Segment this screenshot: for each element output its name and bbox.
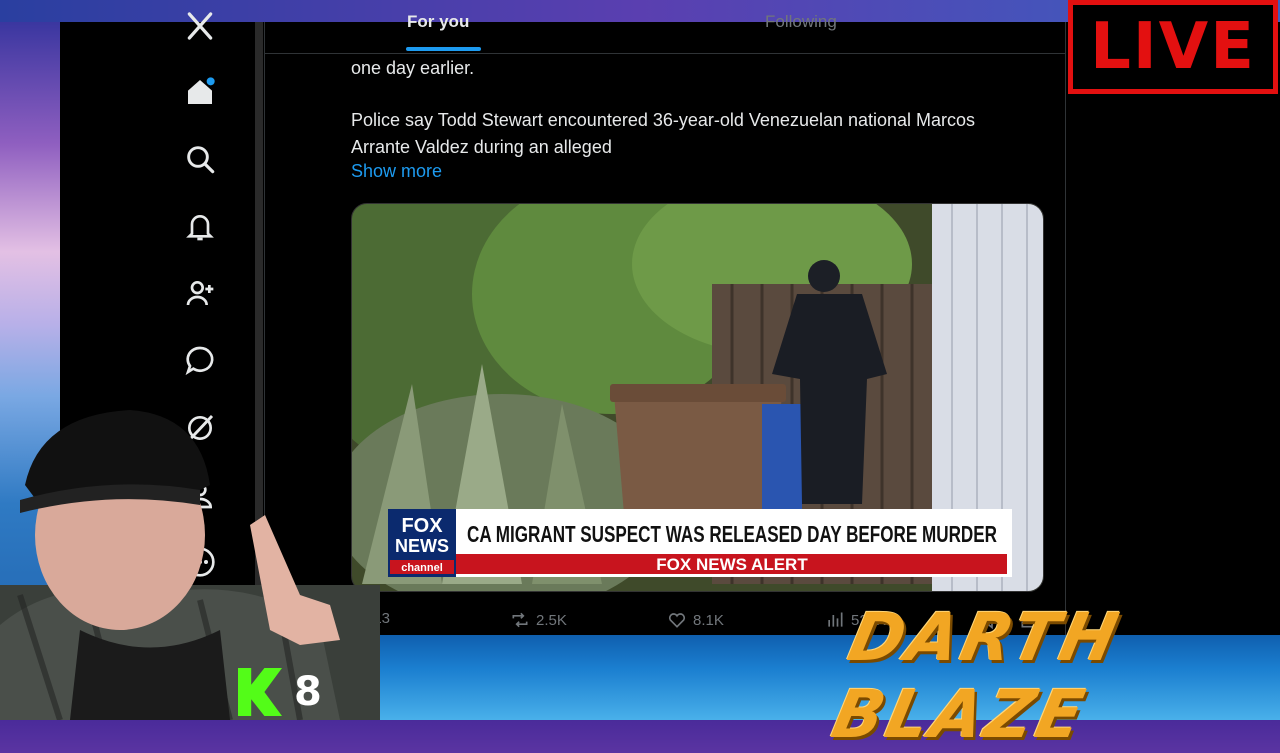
- right-panel: [1065, 22, 1280, 635]
- follow-icon: [186, 281, 214, 306]
- streamer-name-banner: DARTH BLAZE: [826, 599, 1278, 753]
- post-video[interactable]: FOX NEWS channel CA MIGRANT SUSPECT WAS …: [351, 203, 1044, 592]
- active-tab-indicator: [406, 47, 481, 51]
- repost-icon: [512, 612, 528, 628]
- x-logo-link[interactable]: [168, 4, 232, 48]
- nav-search[interactable]: [168, 137, 232, 181]
- chyron-headline: CA MIGRANT SUSPECT WAS RELEASED DAY BEFO…: [467, 521, 997, 547]
- timeline: For you Following one day earlier. Polic…: [264, 12, 1066, 635]
- tab-for-you[interactable]: For you: [407, 12, 469, 32]
- kick-viewer-count: 8: [294, 669, 322, 715]
- live-badge: LIVE: [1068, 0, 1278, 94]
- nav-home[interactable]: [168, 70, 232, 114]
- notifications-icon: [186, 215, 214, 241]
- views-icon: [828, 612, 843, 627]
- tab-following[interactable]: Following: [765, 12, 837, 32]
- post-text-line: one day earlier.: [351, 58, 475, 78]
- nav-follow[interactable]: [168, 271, 232, 315]
- heart-icon: [668, 613, 686, 628]
- repost-count: 2.5K: [536, 611, 567, 629]
- chyron-alert: FOX NEWS ALERT: [656, 555, 808, 574]
- webcam-overlay: [0, 410, 380, 720]
- timeline-tabs: For you Following: [265, 12, 1065, 54]
- nav-notifications[interactable]: [168, 205, 232, 249]
- x-logo-icon: [187, 12, 213, 40]
- home-icon: [188, 77, 215, 104]
- messages-icon: [185, 346, 214, 376]
- post-text-line: Police say Todd Stewart encountered 36-y…: [351, 110, 976, 130]
- kick-viewer-badge: 8: [238, 668, 322, 716]
- live-label: LIVE: [1090, 10, 1256, 84]
- kick-logo-icon: [238, 668, 282, 716]
- search-icon: [187, 146, 215, 174]
- video-frame: FOX NEWS channel CA MIGRANT SUSPECT WAS …: [352, 204, 1043, 591]
- fox-logo-text: channel: [401, 562, 443, 574]
- like-button[interactable]: 8.1K: [667, 610, 724, 630]
- fox-logo-text: FOX: [401, 515, 443, 537]
- post-text-line: Arrante Valdez during an alleged: [351, 137, 612, 157]
- repost-button[interactable]: 2.5K: [510, 610, 567, 630]
- streamer-name: DARTH BLAZE: [825, 599, 1128, 753]
- like-count: 8.1K: [693, 611, 724, 629]
- fox-logo-text: NEWS: [395, 536, 449, 556]
- show-more-link[interactable]: Show more: [351, 161, 442, 182]
- nav-messages[interactable]: [168, 338, 232, 382]
